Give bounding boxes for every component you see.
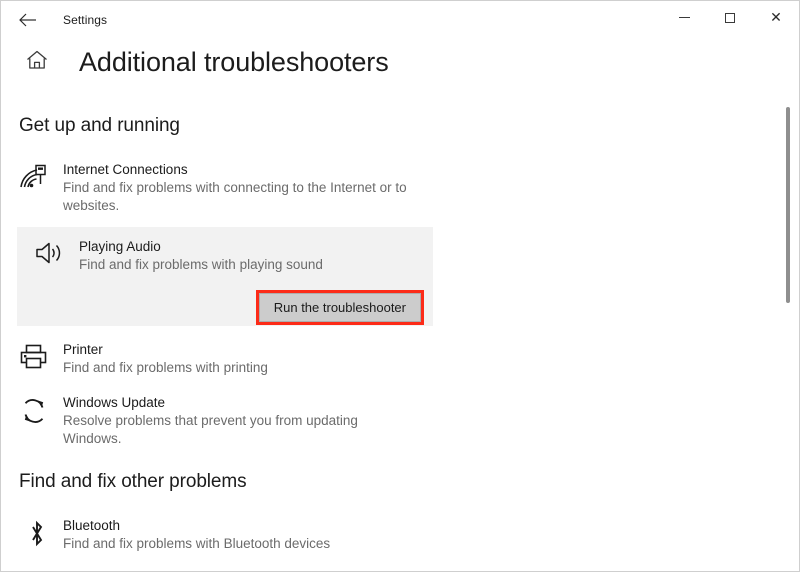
troubleshooter-row-windows-update[interactable]: Windows Update Resolve problems that pre… — [1, 394, 413, 448]
troubleshooter-name: Windows Update — [63, 395, 166, 410]
printer-icon — [19, 341, 63, 377]
troubleshooter-row-printer[interactable]: Printer Find and fix problems with print… — [1, 341, 268, 377]
troubleshooter-description: Find and fix problems with connecting to… — [63, 180, 407, 213]
close-button[interactable]: ✕ — [753, 1, 799, 34]
caption-button-group: ✕ — [661, 1, 799, 34]
troubleshooters-content: Get up and running Internet Connections … — [1, 101, 799, 571]
scrollbar-thumb[interactable] — [786, 107, 790, 303]
maximize-button[interactable] — [707, 1, 753, 34]
troubleshooter-text: Internet Connections Find and fix proble… — [63, 161, 413, 215]
section-heading-get-up-and-running: Get up and running — [19, 115, 180, 136]
troubleshooter-row-playing-audio[interactable]: Playing Audio Find and fix problems with… — [17, 227, 433, 326]
troubleshooter-name: Playing Audio — [79, 239, 161, 254]
troubleshooter-description: Find and fix problems with playing sound — [79, 257, 323, 272]
close-icon: ✕ — [770, 9, 782, 26]
title-bar: Settings ✕ — [1, 1, 799, 39]
internet-connections-icon — [19, 161, 63, 215]
page-header: Additional troubleshooters — [1, 47, 389, 78]
page-title: Additional troubleshooters — [79, 47, 389, 77]
troubleshooter-row-bluetooth[interactable]: Bluetooth Find and fix problems with Blu… — [1, 517, 330, 553]
maximize-icon — [725, 12, 735, 23]
troubleshooter-description: Resolve problems that prevent you from u… — [63, 413, 358, 446]
back-arrow-icon — [19, 13, 37, 27]
home-button[interactable] — [15, 50, 59, 75]
minimize-icon — [678, 17, 690, 18]
windows-update-icon — [19, 394, 63, 448]
back-button[interactable] — [7, 4, 49, 36]
troubleshooter-name: Printer — [63, 342, 103, 357]
window-title: Settings — [63, 13, 108, 27]
settings-window: Settings ✕ Additional troubleshooters Ge… — [0, 0, 800, 572]
home-icon — [26, 50, 48, 75]
troubleshooter-row-internet-connections[interactable]: Internet Connections Find and fix proble… — [1, 161, 413, 215]
troubleshooter-name: Internet Connections — [63, 162, 188, 177]
troubleshooter-text: Printer Find and fix problems with print… — [63, 341, 268, 377]
troubleshooter-description: Find and fix problems with Bluetooth dev… — [63, 536, 331, 551]
bluetooth-icon — [19, 517, 63, 553]
troubleshooter-text: Windows Update Resolve problems that pre… — [63, 394, 413, 448]
minimize-button[interactable] — [661, 1, 707, 34]
run-troubleshooter-button[interactable]: Run the troubleshooter — [255, 290, 425, 325]
troubleshooter-description: Find and fix problems with printing — [63, 360, 268, 375]
playing-audio-icon — [35, 238, 79, 274]
troubleshooter-action-area: Run the troubleshooter — [35, 290, 433, 325]
troubleshooter-name: Bluetooth — [63, 518, 121, 533]
troubleshooter-text: Playing Audio Find and fix problems with… — [79, 238, 323, 274]
vertical-scrollbar[interactable] — [782, 41, 794, 569]
troubleshooter-text: Bluetooth Find and fix problems with Blu… — [63, 517, 330, 553]
section-heading-find-and-fix-other-problems: Find and fix other problems — [19, 471, 247, 492]
